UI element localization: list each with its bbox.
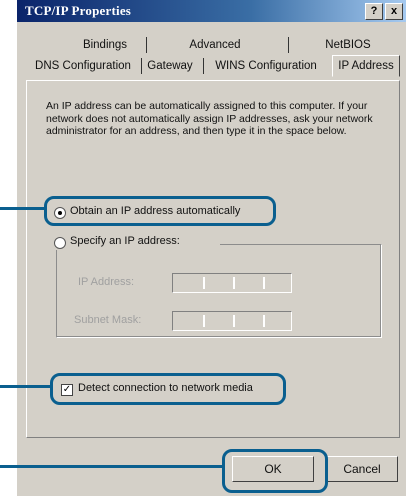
ip-address-input[interactable]	[172, 273, 292, 293]
callout-detect-media	[50, 373, 286, 405]
tab-divider	[203, 58, 204, 74]
tab-bindings[interactable]: Bindings	[70, 35, 140, 55]
help-button[interactable]: ?	[365, 3, 383, 20]
tab-divider	[288, 37, 289, 53]
window-title: TCP/IP Properties	[25, 3, 132, 18]
callout-ok-button	[222, 449, 328, 493]
callout-leader-line	[0, 385, 51, 388]
octet-separator	[203, 315, 205, 327]
description-text: An IP address can be automatically assig…	[46, 100, 373, 137]
specify-ip-label[interactable]: Specify an IP address:	[70, 235, 180, 247]
octet-separator	[233, 315, 235, 327]
callout-obtain-ip	[44, 196, 276, 226]
tab-gateway[interactable]: Gateway	[145, 56, 195, 76]
tab-divider	[141, 58, 142, 74]
callout-leader-line	[0, 207, 45, 210]
cancel-button[interactable]: Cancel	[326, 456, 398, 482]
subnet-mask-input[interactable]	[172, 311, 292, 331]
tab-netbios[interactable]: NetBIOS	[300, 35, 396, 55]
tab-divider	[146, 37, 147, 53]
tab-wins-configuration[interactable]: WINS Configuration	[206, 56, 326, 76]
close-button[interactable]: x	[385, 3, 403, 20]
octet-separator	[203, 277, 205, 289]
tab-ip-address[interactable]: IP Address	[332, 55, 400, 77]
octet-separator	[233, 277, 235, 289]
title-bar[interactable]: TCP/IP Properties ? x	[17, 0, 406, 22]
octet-separator	[263, 315, 265, 327]
tab-dns-configuration[interactable]: DNS Configuration	[30, 56, 136, 76]
tab-advanced[interactable]: Advanced	[170, 35, 260, 55]
ip-address-label: IP Address:	[78, 276, 135, 288]
specify-ip-radio[interactable]	[54, 237, 66, 249]
subnet-mask-label: Subnet Mask:	[74, 314, 142, 326]
callout-leader-line	[0, 465, 223, 468]
octet-separator	[263, 277, 265, 289]
